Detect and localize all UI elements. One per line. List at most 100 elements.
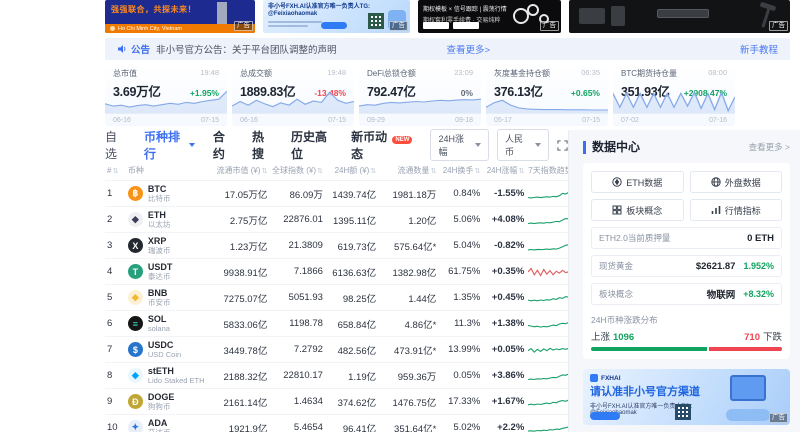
- data-row-value: 物联网: [707, 287, 736, 301]
- data-row-label: 现货黄金: [599, 260, 633, 272]
- sort-icon[interactable]: ⇅: [518, 168, 524, 175]
- ad-banner-options[interactable]: 期权模板 × 信号跟踪 | 震荡行情 期权套利零手续费 · 交易纯粹 广告: [418, 0, 561, 33]
- table-row-ADA[interactable]: 10✦ADA艾达币1921.9亿5.465496.41亿351.64亿*5.02…: [105, 415, 568, 432]
- sort-range-select[interactable]: 24H涨幅: [430, 129, 489, 161]
- qr-code: [675, 404, 691, 420]
- data-row-label: ETH2.0当前质押量: [599, 232, 670, 244]
- coin-info: TUSDT泰达币: [128, 262, 207, 281]
- column-header[interactable]: #⇅: [105, 161, 126, 181]
- column-label: 币种: [128, 166, 144, 175]
- tab-币种排行[interactable]: 币种排行: [144, 128, 195, 162]
- button-ETH数据[interactable]: ETH数据: [591, 171, 684, 193]
- fullscreen-icon[interactable]: [557, 140, 568, 151]
- coin-name: 比特币: [148, 194, 171, 203]
- ad-banner-fxh[interactable]: 非小号FXH.AI认准官方唯一负责人TG: @Feixiaohaomak 广告: [263, 0, 410, 33]
- table-row-SOL[interactable]: 6≡SOLsolana5833.06亿1198.78658.84亿4.86亿*1…: [105, 311, 568, 337]
- sort-icon[interactable]: ⇅: [261, 168, 267, 175]
- tab-历史高位[interactable]: 历史高位: [291, 128, 333, 162]
- coin-info: ✦ADA艾达币: [128, 418, 207, 432]
- data-row[interactable]: 现货黄金$2621.871.952%: [591, 255, 782, 277]
- global-index-cell: 5.4654: [269, 415, 325, 432]
- button-板块概念[interactable]: 板块概念: [591, 199, 684, 221]
- coin-names: ETH以太坊: [148, 210, 171, 229]
- stat-card-1[interactable]: 总市值19:483.69万亿+1.95%06-1607-15: [105, 64, 227, 126]
- global-index-cell: 1.4634: [269, 389, 325, 415]
- tab-合约[interactable]: 合约: [213, 128, 234, 162]
- stats-row: 总市值19:483.69万亿+1.95%06-1607-15总成交额19:481…: [105, 64, 735, 126]
- rank-cell: 7: [105, 337, 126, 363]
- data-row-label: 板块概念: [599, 288, 633, 300]
- stat-card-header: 总市值19:48: [105, 64, 227, 79]
- column-header[interactable]: 币种: [126, 161, 209, 181]
- volume-cell: 374.62亿: [325, 389, 378, 415]
- sort-icon[interactable]: ⇅: [474, 168, 480, 175]
- column-label: 7天指数趋势: [528, 166, 572, 175]
- sidebar-ad-banner[interactable]: FXHAI 请认准非小号官方渠道 非小号FXH.AI认准官方唯一负责人TG：@F…: [583, 369, 790, 425]
- table-row-USDT[interactable]: 4TUSDT泰达币9938.91亿7.18666136.63亿1382.98亿6…: [105, 259, 568, 285]
- announcement-more-link[interactable]: 查看更多>: [447, 42, 491, 56]
- coin-names: ADA艾达币: [148, 418, 171, 432]
- rank-cell: 4: [105, 259, 126, 285]
- ad-headline: 非小号FXH.AI认准官方唯一负责人TG: @Feixiaohaomak: [263, 0, 375, 18]
- base-graphic: [726, 409, 770, 421]
- ad-banner-hardware[interactable]: 广告: [569, 0, 790, 33]
- trend-sparkline: [528, 395, 572, 409]
- table-header-row: #⇅币种流通市值 (¥)⇅全球指数 (¥)⇅24H额 (¥)⇅流通数量⇅24H换…: [105, 161, 568, 181]
- stat-timestamp: 06:35: [581, 68, 600, 79]
- sort-icon[interactable]: ⇅: [370, 168, 376, 175]
- tab-新币动态[interactable]: 新币动态NEW: [351, 128, 412, 162]
- data-row[interactable]: ETH2.0当前质押量0 ETH: [591, 227, 782, 249]
- stat-date-end: 07-15: [582, 117, 600, 124]
- tab-list: 自选币种排行合约热搜历史高位新币动态NEW: [105, 128, 430, 162]
- turnover-cell: 13.99%: [438, 337, 482, 363]
- column-header[interactable]: 24H额 (¥)⇅: [325, 161, 378, 181]
- coin-cell: ≡SOLsolana: [126, 311, 209, 337]
- button-label: 行情指标: [725, 204, 761, 217]
- fxh-logo-icon: [590, 374, 598, 382]
- sort-icon[interactable]: ⇅: [430, 168, 436, 175]
- table-row-stETH[interactable]: 8◆stETHLido Staked ETH2188.32亿22810.171.…: [105, 363, 568, 389]
- column-header[interactable]: 流通数量⇅: [378, 161, 438, 181]
- stat-date-end: 07-15: [328, 117, 346, 124]
- column-header[interactable]: 7天指数趋势: [526, 161, 568, 181]
- currency-select[interactable]: 人民币: [497, 129, 549, 161]
- data-row-value: $2621.87: [696, 261, 736, 272]
- ad-footer-text: Ho Chi Minh City, Vietnam: [118, 26, 182, 32]
- stat-card-3[interactable]: DeFi总锁仓额23:09792.47亿0%09-2909-18: [359, 64, 481, 126]
- up-label: 上涨: [591, 329, 610, 343]
- announcement-text[interactable]: 非小号官方公告：关于平台团队调整的声明: [156, 42, 337, 56]
- button-行情指标[interactable]: 行情指标: [690, 199, 783, 221]
- ad-button[interactable]: [321, 22, 347, 29]
- global-index-cell: 5051.93: [269, 285, 325, 311]
- stat-card-4[interactable]: 灰度基金持仓额06:35376.13亿+0.65%05-1707-15: [486, 64, 608, 126]
- ad-button[interactable]: [590, 412, 620, 420]
- column-header[interactable]: 全球指数 (¥)⇅: [269, 161, 325, 181]
- coin-icon: T: [128, 264, 143, 279]
- column-header[interactable]: 流通市值 (¥)⇅: [209, 161, 269, 181]
- tab-热搜[interactable]: 热搜: [252, 128, 273, 162]
- tab-自选[interactable]: 自选: [105, 128, 126, 162]
- ad-banner-partnership[interactable]: 强强联合，共探未来！ Ho Chi Minh City, Vietnam 广告: [105, 0, 255, 33]
- stat-date-start: 06-16: [240, 117, 258, 124]
- sort-icon[interactable]: ⇅: [112, 168, 118, 175]
- data-center-more-link[interactable]: 查看更多 >: [749, 141, 790, 153]
- table-row-DOGE[interactable]: 9ÐDOGE狗狗币2161.14亿1.4634374.62亿1476.75亿17…: [105, 389, 568, 415]
- stat-sparkline: [232, 90, 354, 113]
- sort-icon[interactable]: ⇅: [317, 168, 323, 175]
- table-row-USDC[interactable]: 7$USDCUSD Coin3449.78亿7.2792482.56亿473.9…: [105, 337, 568, 363]
- coin-name: 泰达币: [148, 272, 173, 281]
- column-label: #: [107, 166, 111, 175]
- up-bar: [591, 347, 707, 351]
- column-header[interactable]: 24H涨幅⇅: [482, 161, 526, 181]
- button-外盘数据[interactable]: 外盘数据: [690, 171, 783, 193]
- table-row-BTC[interactable]: 1฿BTC比特币17.05万亿86.09万1439.74亿1981.18万0.8…: [105, 181, 568, 207]
- trend-cell: [526, 363, 568, 389]
- stat-card-5[interactable]: BTC期货持仓量08:00351.93亿+2908.47%07-0207-16: [613, 64, 735, 126]
- beginner-tutorial-link[interactable]: 新手教程: [740, 42, 778, 56]
- column-header[interactable]: 24H换手⇅: [438, 161, 482, 181]
- data-row[interactable]: 板块概念物联网+8.32%: [591, 283, 782, 305]
- table-row-BNB[interactable]: 5◆BNB币安币7275.07亿5051.9398.25亿1.44亿1.35%+…: [105, 285, 568, 311]
- stat-card-2[interactable]: 总成交额19:481889.83亿-13.48%06-1607-15: [232, 64, 354, 126]
- table-row-ETH[interactable]: 2◆ETH以太坊2.75万亿22876.011395.11亿1.20亿5.06%…: [105, 207, 568, 233]
- table-row-XRP[interactable]: 3XXRP瑞波币1.23万亿21.3809619.73亿575.64亿*5.04…: [105, 233, 568, 259]
